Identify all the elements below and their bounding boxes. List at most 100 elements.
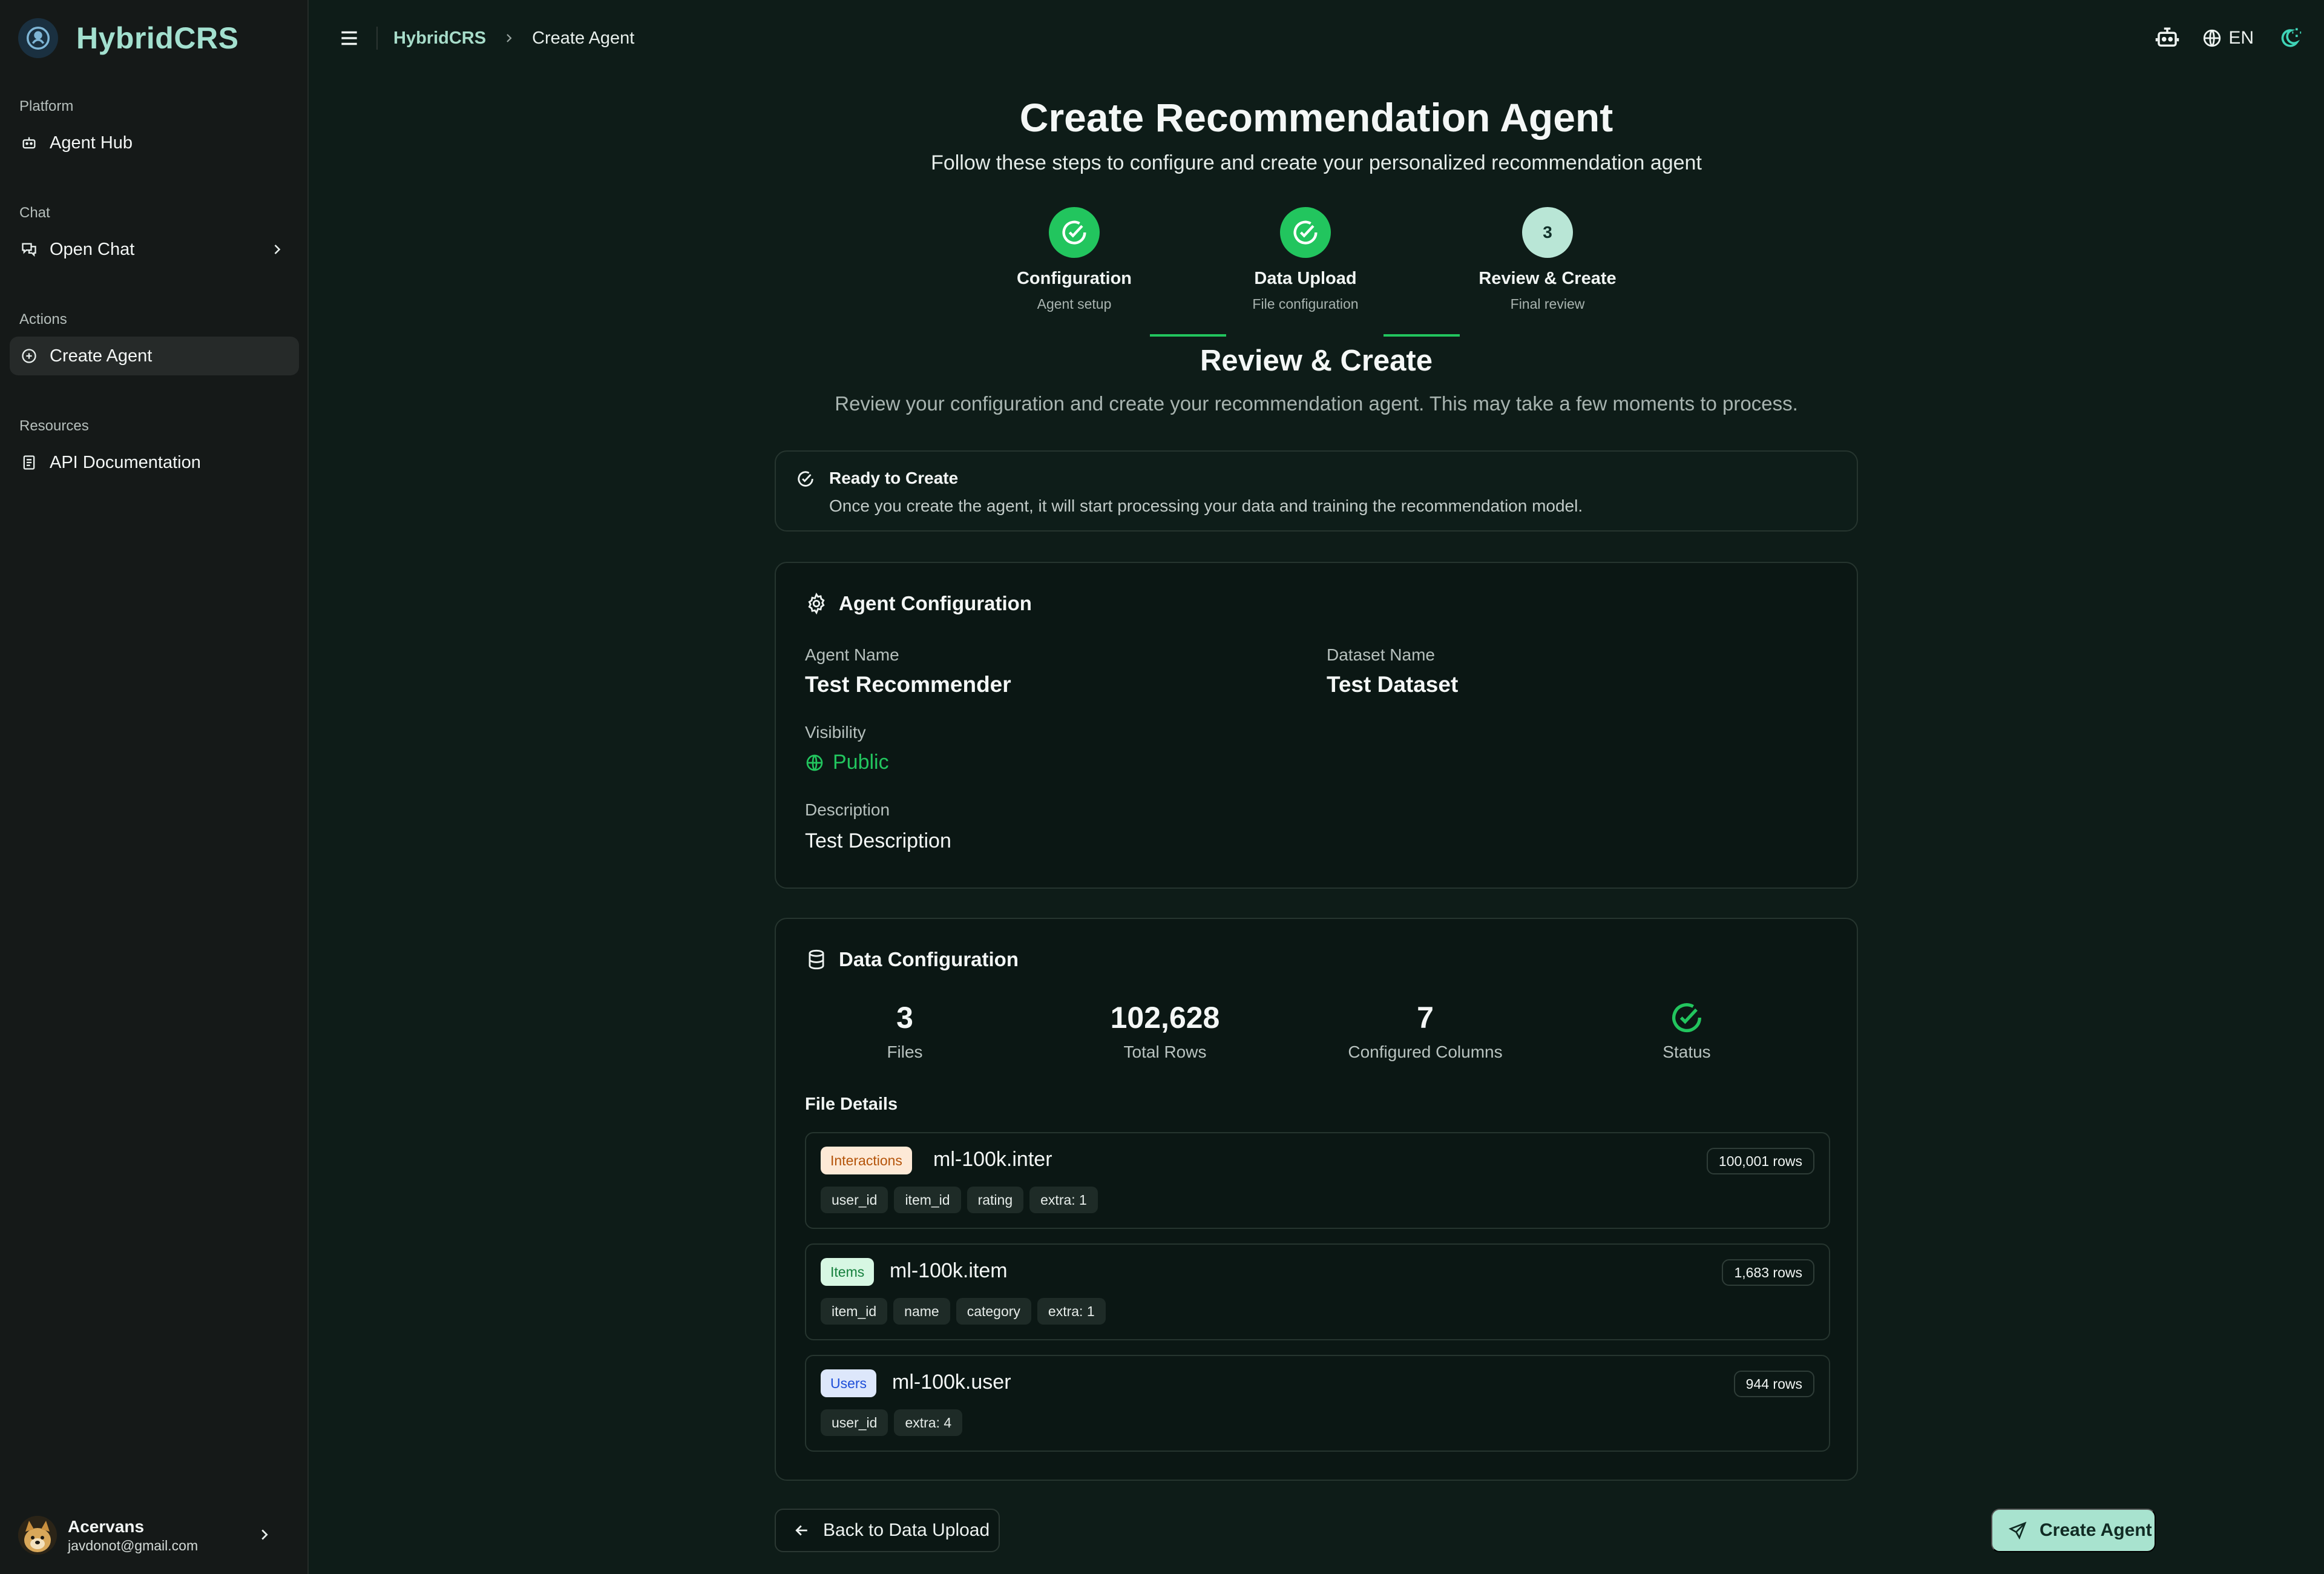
sidebar-item-agent-hub[interactable]: Agent Hub xyxy=(10,123,299,162)
user-name: Acervans xyxy=(68,1516,145,1536)
column-chip: extra: 1 xyxy=(1029,1187,1098,1213)
step-title: Review & Create xyxy=(1479,269,1617,288)
column-chip: category xyxy=(956,1298,1031,1325)
nav-section-chat: Chat Open Chat xyxy=(0,203,309,269)
robot-icon xyxy=(19,133,39,153)
topbar: HybridCRS Create Agent EN xyxy=(309,0,2324,76)
visibility-value: Public xyxy=(805,751,889,774)
file-type-badge: Items xyxy=(821,1258,875,1286)
main-content: Create Recommendation Agent Follow these… xyxy=(309,76,2324,1574)
step-complete-icon xyxy=(1280,207,1331,258)
stat-status: Status xyxy=(1587,1000,1787,1062)
nav-section-platform: Platform Agent Hub xyxy=(0,97,309,162)
check-circle-icon xyxy=(795,469,816,489)
sidebar-item-create-agent[interactable]: Create Agent xyxy=(10,337,299,375)
agent-name-value: Test Recommender xyxy=(805,672,1011,697)
step-subtitle: File configuration xyxy=(1252,296,1359,312)
sidebar-item-label: API Documentation xyxy=(50,452,201,472)
stat-value: 102,628 xyxy=(1110,1001,1220,1035)
menu-toggle-button[interactable] xyxy=(335,24,363,52)
globe-icon xyxy=(2204,29,2221,47)
column-chip: user_id xyxy=(821,1187,888,1213)
visibility-text: Public xyxy=(833,751,889,774)
notice-title: Ready to Create xyxy=(829,469,959,487)
file-row-interactions: Interactions ml-100k.inter 100,001 rows … xyxy=(805,1132,1830,1229)
rows-badge: 944 rows xyxy=(1733,1371,1814,1397)
create-agent-button[interactable]: Create Agent xyxy=(1991,1509,2156,1552)
breadcrumb-home-link[interactable]: HybridCRS xyxy=(393,28,486,48)
sidebar-item-api-documentation[interactable]: API Documentation xyxy=(10,443,299,482)
back-to-data-upload-button[interactable]: Back to Data Upload xyxy=(775,1509,1000,1552)
language-selector[interactable]: EN xyxy=(2202,28,2254,48)
step-title: Data Upload xyxy=(1254,269,1357,288)
rows-badge: 100,001 rows xyxy=(1706,1148,1814,1174)
breadcrumb: HybridCRS Create Agent xyxy=(393,27,634,50)
chevron-right-icon[interactable] xyxy=(255,1526,274,1544)
data-configuration-card: Data Configuration 3 Files 102,628 Total… xyxy=(775,918,1858,1481)
avatar xyxy=(18,1516,57,1555)
send-icon xyxy=(2008,1521,2027,1540)
chevron-right-icon xyxy=(502,31,516,45)
column-chip: user_id xyxy=(821,1409,888,1436)
step-subtitle: Agent setup xyxy=(1037,296,1112,312)
gear-icon xyxy=(805,592,828,615)
chevron-right-icon[interactable] xyxy=(269,241,286,258)
file-type-badge: Interactions xyxy=(821,1147,912,1174)
stat-value: 3 xyxy=(896,1001,913,1035)
card-heading: Data Configuration xyxy=(805,948,1019,971)
description-value: Test Description xyxy=(805,829,951,852)
step-data-upload[interactable]: Data Upload File configuration xyxy=(1215,207,1396,312)
step-review-create[interactable]: 3 Review & Create Final review xyxy=(1457,207,1638,312)
brand-name: HybridCRS xyxy=(76,21,239,55)
stat-files: 3 Files xyxy=(805,1000,1005,1062)
user-menu[interactable]: Acervans javdonot@gmail.com xyxy=(18,1511,290,1559)
stat-label: Total Rows xyxy=(1123,1042,1207,1061)
page-title: Create Recommendation Agent xyxy=(1019,95,1613,140)
column-chip: extra: 4 xyxy=(894,1409,963,1436)
nav-section-actions: Actions Create Agent xyxy=(0,310,309,375)
nav-section-label: Chat xyxy=(19,205,50,221)
column-chip: extra: 1 xyxy=(1037,1298,1106,1325)
description-label: Description xyxy=(805,800,890,819)
hamburger-icon xyxy=(341,31,357,45)
divider xyxy=(376,27,378,50)
stat-value: 7 xyxy=(1417,1001,1434,1035)
step-subtitle: Final review xyxy=(1510,296,1585,312)
robot-icon xyxy=(2156,27,2179,47)
file-name: ml-100k.inter xyxy=(933,1148,1052,1171)
nav-section-label: Resources xyxy=(19,418,89,434)
notice-text: Once you create the agent, it will start… xyxy=(829,496,1583,515)
file-row-users: Users ml-100k.user 944 rows user_id extr… xyxy=(805,1355,1830,1452)
file-details-label: File Details xyxy=(805,1095,898,1114)
agent-button[interactable] xyxy=(2155,25,2180,51)
stat-label: Status xyxy=(1663,1042,1711,1061)
chat-icon xyxy=(19,240,39,259)
status-check-icon xyxy=(1587,1000,1787,1035)
file-name: ml-100k.user xyxy=(892,1371,1011,1394)
section-subtitle: Review your configuration and create you… xyxy=(835,392,1798,415)
theme-toggle-button[interactable] xyxy=(2276,25,2302,51)
sidebar-item-open-chat[interactable]: Open Chat xyxy=(10,230,299,269)
sidebar-item-label: Create Agent xyxy=(50,346,153,366)
plus-circle-icon xyxy=(19,346,39,366)
nav-section-resources: Resources API Documentation xyxy=(0,417,309,482)
back-button-label: Back to Data Upload xyxy=(823,1520,990,1540)
data-stats: 3 Files 102,628 Total Rows 7 Configured … xyxy=(805,1000,1846,1067)
file-type-badge: Users xyxy=(821,1369,877,1397)
step-connector xyxy=(1384,334,1460,337)
visibility-label: Visibility xyxy=(805,723,866,742)
user-email: javdonot@gmail.com xyxy=(68,1537,199,1553)
column-chips: user_id extra: 4 xyxy=(821,1409,968,1436)
globe-icon xyxy=(806,754,823,771)
column-chip: name xyxy=(893,1298,950,1325)
step-configuration[interactable]: Configuration Agent setup xyxy=(983,207,1165,312)
column-chips: user_id item_id rating extra: 1 xyxy=(821,1187,1104,1213)
arrow-left-icon xyxy=(795,1525,807,1536)
brand-logo-icon xyxy=(18,18,58,58)
card-heading: Agent Configuration xyxy=(805,592,1032,615)
agent-name-label: Agent Name xyxy=(805,645,899,664)
rows-badge: 1,683 rows xyxy=(1722,1259,1814,1286)
step-number: 3 xyxy=(1522,207,1573,258)
step-title: Configuration xyxy=(1016,269,1132,288)
brand[interactable]: HybridCRS xyxy=(18,17,238,59)
